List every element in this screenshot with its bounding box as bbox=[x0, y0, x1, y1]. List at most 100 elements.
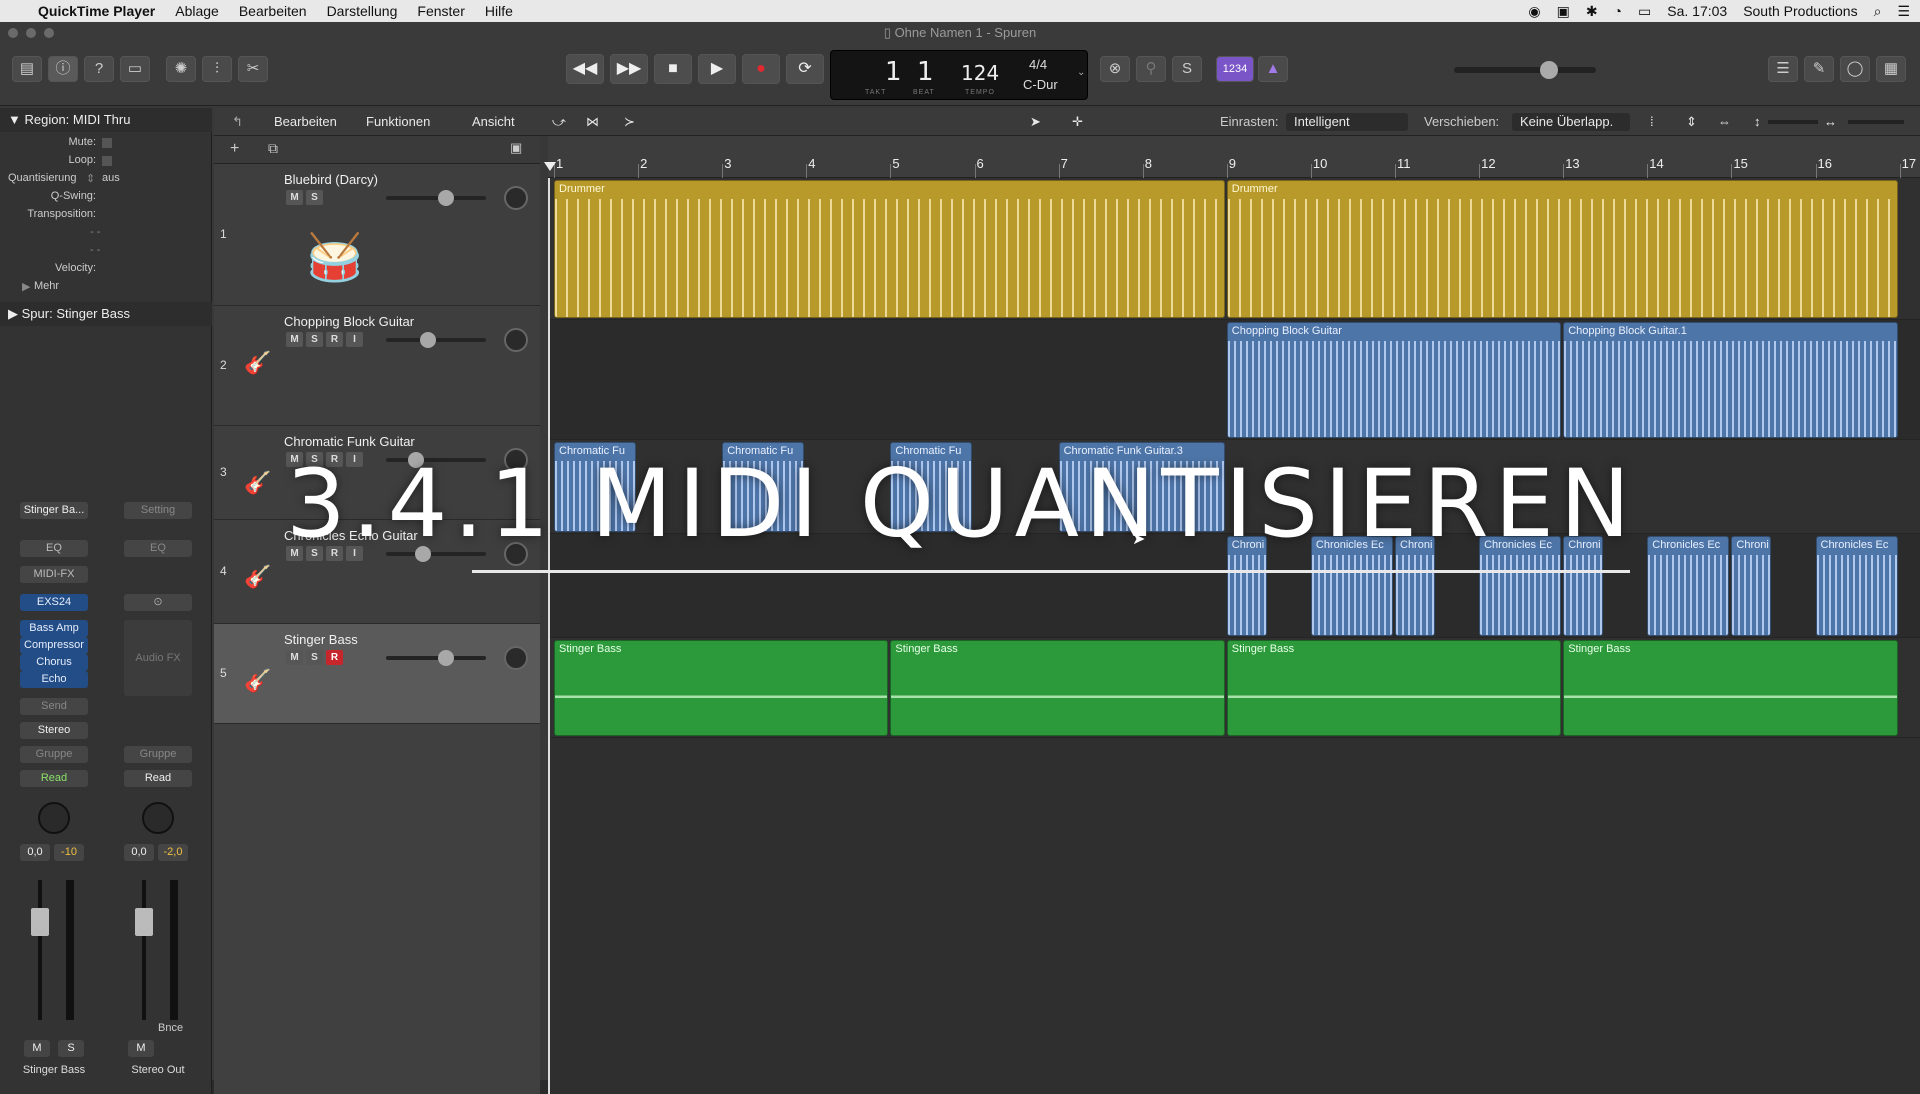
strip1-group-button[interactable]: Gruppe bbox=[20, 746, 88, 763]
region[interactable]: Chopping Block Guitar.1 bbox=[1563, 322, 1898, 438]
strip1-midi-fx-button[interactable]: MIDI-FX bbox=[20, 566, 88, 583]
region-inspector-header[interactable]: ▼ Region: MIDI Thru bbox=[0, 108, 212, 132]
track-input-button[interactable]: I bbox=[346, 332, 363, 347]
fit-vertical-icon[interactable]: ⇕ bbox=[1686, 114, 1697, 130]
browser-icon[interactable]: ▦ bbox=[1876, 56, 1906, 82]
lcd-tempo[interactable]: 124 bbox=[961, 61, 999, 85]
strip1-plugin-bass-amp[interactable]: Bass Amp bbox=[20, 620, 88, 637]
region[interactable]: Drummer bbox=[1226, 180, 1898, 318]
guitar-icon[interactable]: 🎸 bbox=[244, 564, 271, 590]
lcd-display[interactable]: 1 1 TAKT BEAT 124 TEMPO 4/4 C-Dur ⌄ bbox=[830, 50, 1088, 100]
strip2-audio-fx-slot[interactable]: Audio FX bbox=[124, 620, 192, 696]
strip2-mute-button[interactable]: M bbox=[128, 1040, 154, 1057]
display-icon[interactable]: ▣ bbox=[1557, 3, 1570, 20]
global-tracks-icon[interactable]: ▣ bbox=[510, 140, 522, 156]
menu-file[interactable]: Ablage bbox=[175, 3, 219, 19]
guitar-icon[interactable]: 🎸 bbox=[244, 668, 271, 694]
drum-kit-icon[interactable]: 🥁 bbox=[306, 230, 363, 285]
flex-icon[interactable]: ⋈ bbox=[586, 114, 599, 130]
strip1-setting-button[interactable]: Stinger Ba... bbox=[20, 502, 88, 519]
forward-button[interactable]: ▶▶ bbox=[610, 54, 648, 84]
menu-view[interactable]: Darstellung bbox=[327, 3, 398, 19]
library-icon[interactable]: ▤ bbox=[12, 56, 42, 82]
track-name[interactable]: Chromatic Funk Guitar bbox=[284, 434, 415, 449]
track-volume-knob[interactable] bbox=[438, 190, 455, 206]
track-inspector-header[interactable]: ▶ Spur: Stinger Bass bbox=[0, 302, 212, 326]
quick-help-icon[interactable]: ? bbox=[84, 56, 114, 82]
region[interactable]: Stinger Bass bbox=[890, 640, 1225, 736]
notepad-icon[interactable]: ✎ bbox=[1804, 56, 1834, 82]
menu-edit[interactable]: Bearbeiten bbox=[239, 3, 307, 19]
track-solo-button[interactable]: S bbox=[306, 190, 323, 205]
strip2-bounce-button[interactable]: Bnce bbox=[158, 1022, 183, 1034]
quantize-value[interactable]: aus bbox=[102, 172, 120, 184]
strip2-automation-button[interactable]: Read bbox=[124, 770, 192, 787]
strip2-pan-knob[interactable] bbox=[142, 802, 174, 834]
master-volume-slider[interactable] bbox=[1454, 67, 1596, 73]
local-menu-view[interactable]: Ansicht bbox=[472, 114, 515, 129]
playhead-marker[interactable] bbox=[544, 162, 556, 171]
back-arrow-icon[interactable]: ↰ bbox=[232, 114, 243, 130]
list-editors-icon[interactable]: ☰ bbox=[1768, 56, 1798, 82]
add-track-icon[interactable]: + bbox=[230, 140, 239, 158]
replace-icon[interactable]: ⊗ bbox=[1100, 56, 1130, 82]
master-volume-knob[interactable] bbox=[1540, 61, 1558, 79]
strip1-pan-knob[interactable] bbox=[38, 802, 70, 834]
region[interactable]: Chopping Block Guitar bbox=[1226, 322, 1562, 438]
drag-select[interactable]: Keine Überlapp. bbox=[1512, 113, 1630, 131]
stop-button[interactable]: ■ bbox=[654, 54, 692, 84]
smart-controls-icon[interactable]: ✺ bbox=[166, 56, 196, 82]
track-header-2[interactable]: 2 Chopping Block Guitar 🎸 M S R I bbox=[214, 306, 540, 426]
arrange-area[interactable]: Drummer Drummer Chopping Block Guitar Chopp… bbox=[548, 178, 1920, 1094]
region[interactable]: Stinger Bass bbox=[1226, 640, 1562, 736]
lcd-dropdown-icon[interactable]: ⌄ bbox=[1077, 67, 1085, 78]
strip2-fader-track[interactable] bbox=[142, 880, 146, 1020]
play-button[interactable]: ▶ bbox=[698, 54, 736, 84]
track-pan-knob[interactable] bbox=[504, 186, 528, 210]
strip2-group-button[interactable]: Gruppe bbox=[124, 746, 192, 763]
track-volume-slider[interactable] bbox=[386, 338, 486, 342]
track-solo-button[interactable]: S bbox=[306, 650, 323, 665]
tuner-icon[interactable]: ⚲ bbox=[1136, 56, 1166, 82]
minimize-window-button[interactable] bbox=[26, 28, 36, 38]
bar-ruler[interactable]: 1 2 3 4 5 6 7 8 9 10 11 12 13 14 15 16 17 bbox=[544, 136, 1920, 178]
track-name[interactable]: Chopping Block Guitar bbox=[284, 314, 414, 329]
strip2-setting-button[interactable]: Setting bbox=[124, 502, 192, 519]
more-disclosure-icon[interactable]: ▶ bbox=[22, 280, 30, 293]
strip1-send-slot[interactable]: Send bbox=[20, 698, 88, 715]
track-header-1[interactable]: 1 Bluebird (Darcy) 🥁 M S bbox=[214, 164, 540, 306]
menu-app-name[interactable]: QuickTime Player bbox=[38, 3, 155, 19]
region[interactable]: Chronicles Ec bbox=[1815, 536, 1898, 636]
vertical-zoom-icon[interactable]: ↕ bbox=[1754, 114, 1761, 129]
fit-horizontal-icon[interactable]: ⇔ bbox=[1718, 114, 1731, 129]
track-name[interactable]: Stinger Bass bbox=[284, 632, 358, 647]
duplicate-track-icon[interactable]: ⧉ bbox=[268, 140, 278, 157]
strip1-mute-button[interactable]: M bbox=[24, 1040, 50, 1057]
track-pan-knob[interactable] bbox=[504, 646, 528, 670]
notification-icon[interactable]: ☰ bbox=[1897, 3, 1910, 20]
local-menu-edit[interactable]: Bearbeiten bbox=[274, 114, 337, 129]
strip1-plugin-compressor[interactable]: Compressor bbox=[20, 637, 88, 654]
wifi-icon[interactable]: ◔ bbox=[1614, 3, 1622, 19]
automation-icon[interactable]: ≻ bbox=[624, 114, 635, 130]
cycle-button[interactable]: ⟳ bbox=[786, 54, 824, 84]
strip1-fader-cap[interactable] bbox=[31, 908, 49, 936]
track-name[interactable]: Bluebird (Darcy) bbox=[284, 172, 378, 187]
track-volume-slider[interactable] bbox=[386, 656, 486, 660]
strip2-fader-cap[interactable] bbox=[135, 908, 153, 936]
solo-mode-icon[interactable]: S bbox=[1172, 56, 1202, 82]
strip2-eq-button[interactable]: EQ bbox=[124, 540, 192, 557]
inspector-icon[interactable]: ⓘ bbox=[48, 56, 78, 82]
strip1-plugin-chorus[interactable]: Chorus bbox=[20, 654, 88, 671]
editors-icon[interactable]: ✂ bbox=[238, 56, 268, 82]
spotlight-icon[interactable]: ⌕ bbox=[1874, 3, 1882, 20]
record-status-icon[interactable]: ◉ bbox=[1528, 3, 1540, 20]
region[interactable]: Stinger Bass bbox=[1563, 640, 1898, 736]
second-tool-icon[interactable]: ✛ bbox=[1072, 114, 1083, 130]
track-record-button[interactable]: R bbox=[326, 650, 343, 665]
metronome-icon[interactable]: ▲ bbox=[1258, 56, 1288, 82]
track-volume-knob[interactable] bbox=[419, 332, 436, 348]
track-mute-button[interactable]: M bbox=[286, 332, 303, 347]
airplay-icon[interactable]: ▭ bbox=[1638, 3, 1651, 20]
menu-help[interactable]: Hilfe bbox=[485, 3, 513, 19]
